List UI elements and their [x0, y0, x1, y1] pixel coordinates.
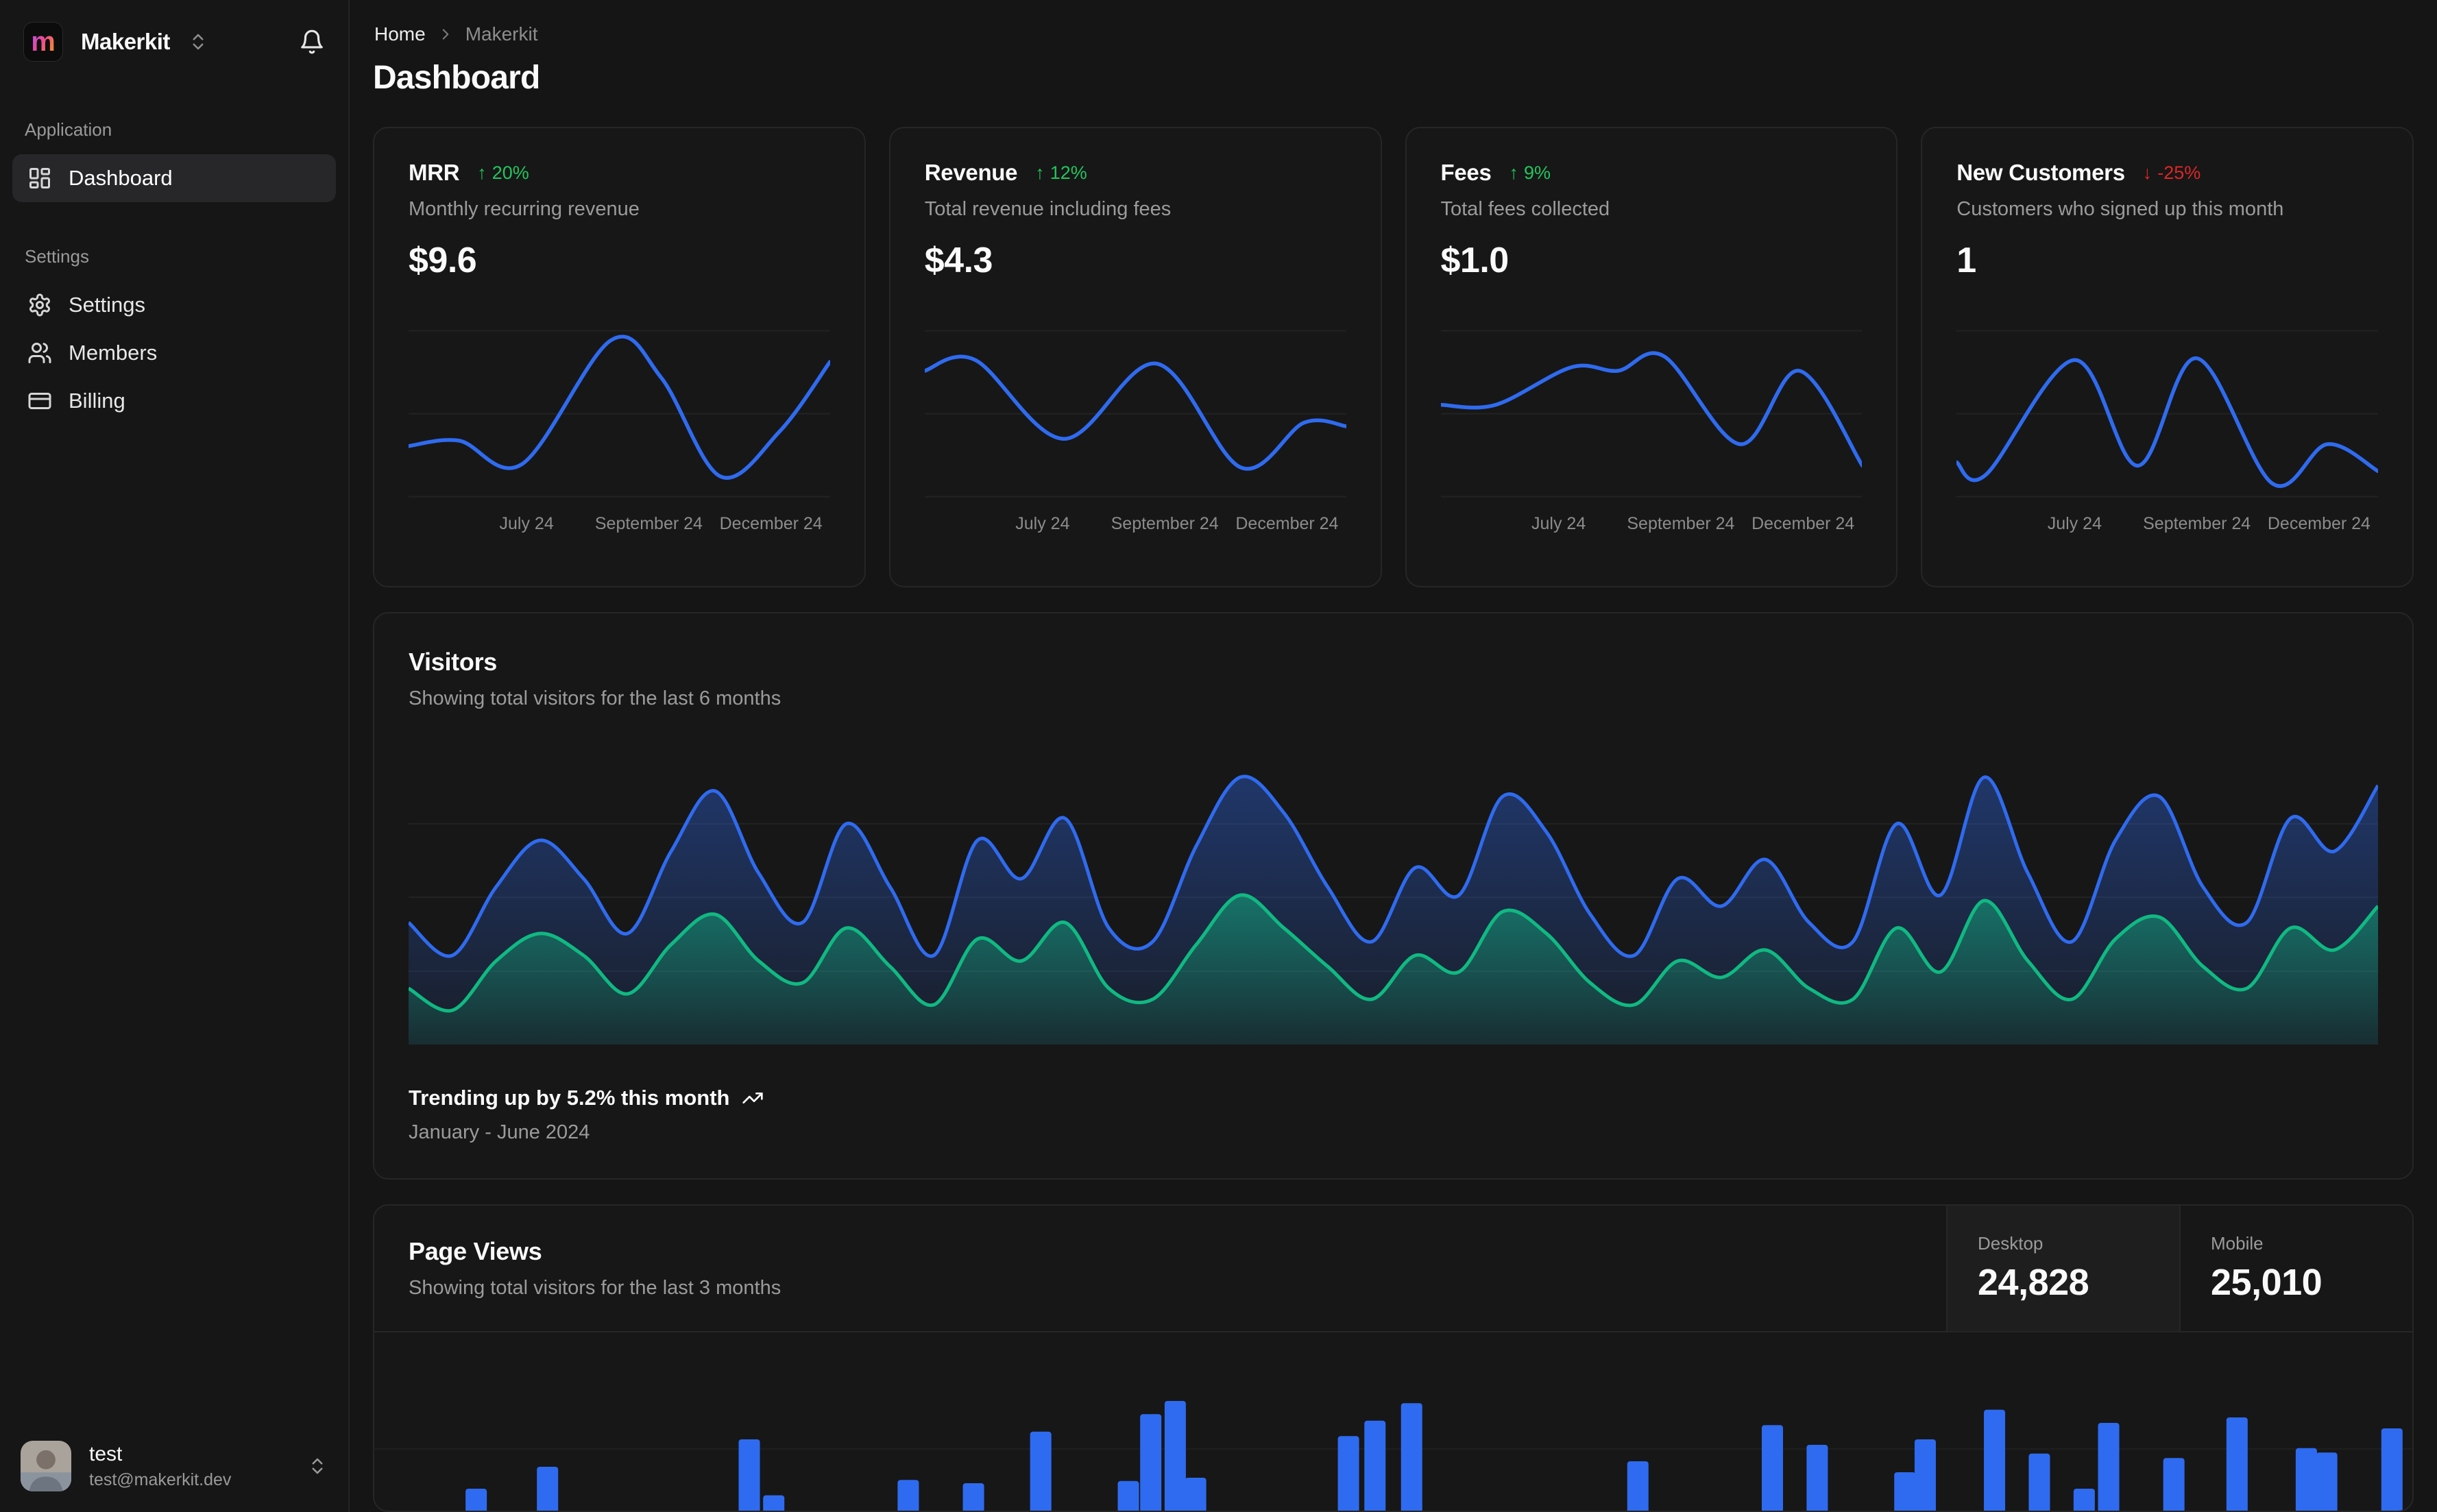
- sparkline-chart: July 24 September 24 December 24: [409, 304, 830, 561]
- stat-value: $1.0: [1440, 241, 1510, 280]
- axis-tick: September 24: [1627, 514, 1735, 533]
- visitors-subtitle: Showing total visitors for the last 6 mo…: [409, 687, 781, 709]
- sidebar-nav: Application Dashboard Settings Settings …: [0, 75, 348, 425]
- sidebar: m Makerkit Application Dashboard Setting…: [0, 0, 350, 1512]
- makerkit-logo-icon: m: [23, 22, 63, 62]
- axis-tick: December 24: [2267, 514, 2371, 533]
- axis-tick: September 24: [1111, 514, 1219, 533]
- visitors-date-range: January - June 2024: [409, 1121, 590, 1143]
- user-name: test: [89, 1442, 123, 1465]
- chevrons-up-down-icon[interactable]: [188, 32, 208, 52]
- stat-card-new-customers: New Customers ↓ -25% Customers who signed…: [1921, 127, 2414, 587]
- stat-card-revenue: Revenue ↑ 12% Total revenue including fee…: [888, 127, 1382, 587]
- page-views-subtitle: Showing total visitors for the last 3 mo…: [409, 1277, 781, 1299]
- stat-subtitle: Customers who signed up this month: [1956, 198, 2284, 220]
- stat-subtitle: Total fees collected: [1440, 198, 1610, 220]
- nav-section-application: Application: [25, 119, 112, 140]
- stat-cards-row: MRR ↑ 20% Monthly recurring revenue $9.6 …: [373, 127, 2414, 587]
- stat-card-fees: Fees ↑ 9% Total fees collected $1.0 July …: [1405, 127, 1898, 587]
- toggle-value: 25,010: [2211, 1262, 2323, 1303]
- arrow-up-icon: ↑: [1509, 162, 1519, 183]
- page-views-bar-chart: [374, 1332, 2412, 1511]
- sidebar-item-members[interactable]: Members: [12, 329, 336, 377]
- axis-tick: July 24: [1531, 514, 1586, 533]
- sidebar-item-billing[interactable]: Billing: [12, 377, 336, 425]
- breadcrumb-current: Makerkit: [465, 23, 538, 45]
- axis-tick: September 24: [594, 514, 703, 533]
- toggle-label: Desktop: [1978, 1233, 2044, 1254]
- stat-title: Fees: [1440, 160, 1492, 185]
- stat-title: New Customers: [1956, 160, 2125, 185]
- user-email: test@makerkit.dev: [89, 1470, 232, 1489]
- stat-subtitle: Total revenue including fees: [924, 198, 1172, 220]
- stat-value: $9.6: [409, 241, 477, 280]
- trend-badge: ↑ 9%: [1509, 162, 1551, 183]
- sparkline-chart: July 24 September 24 December 24: [1440, 304, 1863, 561]
- main-content: Home Makerkit Dashboard MRR ↑ 20% Monthly…: [350, 0, 2437, 1512]
- brand-name[interactable]: Makerkit: [81, 29, 170, 55]
- axis-tick: December 24: [1751, 514, 1855, 533]
- visitors-card: Visitors Showing total visitors for the …: [373, 612, 2414, 1180]
- sidebar-item-label: Dashboard: [69, 166, 173, 190]
- visitors-area-chart: [409, 747, 2378, 1045]
- page-views-title: Page Views: [409, 1237, 542, 1265]
- stat-card-mrr: MRR ↑ 20% Monthly recurring revenue $9.6 …: [373, 127, 866, 587]
- notifications-button[interactable]: [299, 29, 325, 55]
- stat-title: Revenue: [924, 160, 1018, 185]
- axis-tick: December 24: [719, 514, 823, 533]
- arrow-down-icon: ↓: [2142, 162, 2153, 183]
- axis-tick: July 24: [499, 514, 554, 533]
- chevrons-up-down-icon: [312, 1458, 323, 1474]
- stat-title: MRR: [409, 160, 460, 185]
- toggle-value: 24,828: [1978, 1262, 2089, 1303]
- trending-up-icon: [742, 1093, 764, 1103]
- trend-badge: ↑ 12%: [1035, 162, 1087, 183]
- user-menu[interactable]: test test@makerkit.dev: [0, 1420, 348, 1512]
- axis-tick: September 24: [2143, 514, 2251, 533]
- axis-tick: December 24: [1235, 514, 1339, 533]
- toggle-desktop[interactable]: Desktop 24,828: [1946, 1206, 2179, 1331]
- users-icon: [28, 343, 51, 363]
- sparkline-chart: July 24 September 24 December 24: [924, 304, 1346, 561]
- sidebar-item-dashboard[interactable]: Dashboard: [12, 154, 336, 202]
- toggle-label: Mobile: [2211, 1233, 2264, 1254]
- avatar: [21, 1441, 71, 1491]
- page-title: Dashboard: [373, 60, 540, 96]
- breadcrumb: Home Makerkit: [373, 23, 2414, 45]
- sidebar-item-label: Billing: [69, 389, 125, 413]
- sidebar-item-settings[interactable]: Settings: [12, 281, 336, 329]
- visitors-footer-text: Trending up by 5.2% this month: [409, 1086, 730, 1110]
- toggle-mobile[interactable]: Mobile 25,010: [2179, 1206, 2412, 1331]
- sidebar-item-label: Members: [69, 341, 158, 365]
- stat-subtitle: Monthly recurring revenue: [409, 198, 640, 220]
- trend-badge: ↓ -25%: [2142, 162, 2201, 183]
- arrow-up-icon: ↑: [1035, 162, 1045, 183]
- arrow-up-icon: ↑: [477, 162, 487, 183]
- stat-value: 1: [1956, 241, 1976, 280]
- nav-section-settings: Settings: [25, 246, 89, 267]
- breadcrumb-home-link[interactable]: Home: [374, 23, 426, 45]
- credit-card-icon: [28, 393, 51, 409]
- layout-dashboard-icon: [29, 168, 50, 188]
- page-views-card: Page Views Showing total visitors for th…: [373, 1204, 2414, 1512]
- trend-badge: ↑ 20%: [477, 162, 529, 183]
- chevron-right-icon: [442, 29, 449, 40]
- sparkline-chart: July 24 September 24 December 24: [1956, 304, 2378, 561]
- visitors-title: Visitors: [409, 648, 497, 676]
- bell-icon: [301, 29, 323, 54]
- axis-tick: July 24: [2047, 514, 2102, 533]
- sidebar-header: m Makerkit: [0, 0, 348, 75]
- gear-icon: [29, 293, 50, 317]
- sidebar-item-label: Settings: [69, 293, 146, 317]
- stat-value: $4.3: [924, 241, 993, 280]
- axis-tick: July 24: [1015, 514, 1070, 533]
